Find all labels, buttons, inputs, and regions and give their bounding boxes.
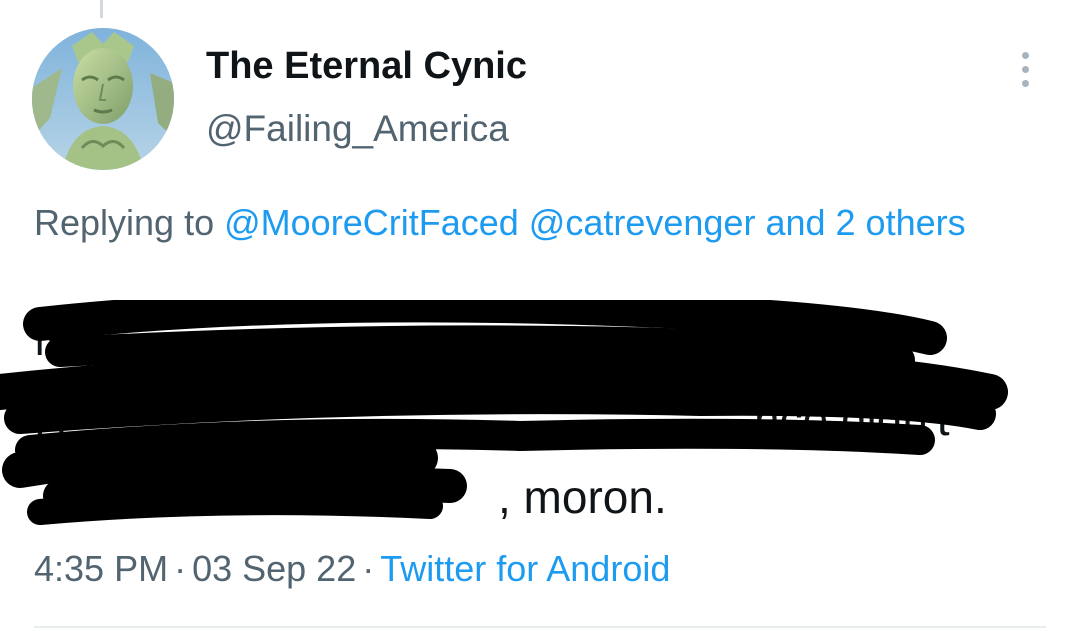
mention-moorecritfaced[interactable]: @MooreCritFaced — [224, 202, 519, 243]
statue-avatar-icon — [32, 28, 174, 170]
more-dot-icon — [1022, 80, 1029, 87]
replying-prefix: Replying to — [34, 202, 215, 243]
more-options-button[interactable] — [1010, 48, 1040, 90]
meta-separator: · — [174, 548, 187, 589]
meta-separator: · — [362, 548, 375, 589]
tweet-date[interactable]: 03 Sep 22 — [192, 548, 356, 589]
thread-connector-line — [100, 0, 103, 18]
more-dot-icon — [1022, 52, 1029, 59]
replying-to-line: Replying to @MooreCritFaced @catrevenger… — [34, 195, 994, 251]
tweet-meta: 4:35 PM · 03 Sep 22 · Twitter for Android — [34, 548, 670, 590]
avatar[interactable] — [32, 28, 174, 170]
author-handle[interactable]: @Failing_America — [206, 108, 509, 150]
tweet-time[interactable]: 4:35 PM — [34, 548, 168, 589]
more-dot-icon — [1022, 66, 1029, 73]
mention-others[interactable]: and 2 others — [765, 202, 965, 243]
divider — [34, 626, 1046, 628]
tweet-body: N H nce didn't , moron. — [0, 300, 1034, 540]
tweet-source-link[interactable]: Twitter for Android — [380, 548, 670, 589]
author-display-name[interactable]: The Eternal Cynic — [206, 45, 527, 88]
tweet-text-tail: , moron. — [498, 471, 667, 523]
mention-catrevenger[interactable]: @catrevenger — [529, 202, 756, 243]
